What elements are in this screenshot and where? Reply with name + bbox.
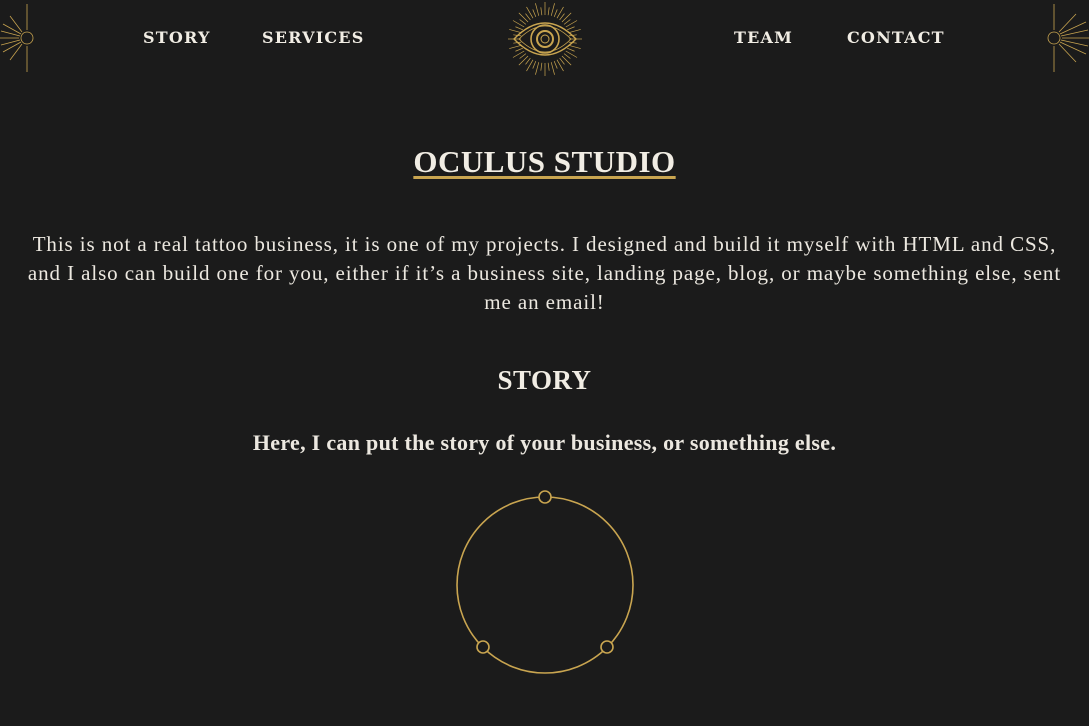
sun-ray-icon <box>0 4 34 72</box>
circle-orbit-icon <box>456 490 634 674</box>
nav-services-link[interactable]: SERVICES <box>262 28 364 47</box>
page: STORY SERVICES TEAM CONTACT OCULUS STUDI… <box>0 0 1089 726</box>
page-title-text: OCULUS STUDIO <box>413 144 676 179</box>
nav-team-link[interactable]: TEAM <box>734 28 793 47</box>
sun-ray-icon <box>1047 4 1089 72</box>
story-heading: STORY <box>497 365 592 395</box>
page-title: OCULUS STUDIO <box>0 142 1089 180</box>
nav-story-link[interactable]: STORY <box>143 28 211 47</box>
intro-paragraph: This is not a real tattoo business, it i… <box>27 232 1062 314</box>
eye-sunburst-icon[interactable] <box>506 1 584 77</box>
story-subheading: Here, I can put the story of your busine… <box>252 430 837 455</box>
nav-contact-link[interactable]: CONTACT <box>847 28 945 47</box>
